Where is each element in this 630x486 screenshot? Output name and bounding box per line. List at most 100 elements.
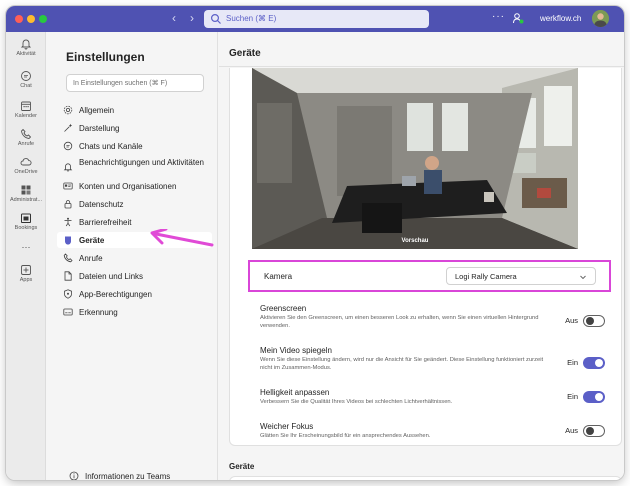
phone-icon [63,253,73,263]
brightness-toggle[interactable] [583,391,605,403]
annotation-arrow-icon [150,229,214,247]
settings-item-accessibility[interactable]: Barrierefreiheit [57,214,212,230]
mirror-video-toggle[interactable] [583,357,605,369]
about-teams-label: Informationen zu Teams [85,472,171,480]
settings-item-label: Allgemein [79,106,115,115]
sparkle-icon [64,123,73,132]
rail-item-activity[interactable]: Aktivität [6,38,46,70]
rail-label: Bookings [14,225,38,231]
accessibility-icon [64,217,72,227]
global-search-input[interactable]: Suchen (⌘ E) [204,10,429,28]
person-add-icon[interactable] [512,12,524,24]
camera-settings-card: Vorschau Kamera Logi Rally Camera Greens… [229,68,622,446]
lock-icon [64,200,72,209]
settings-item-appearance[interactable]: Darstellung [57,120,212,136]
title-bar: ‹ › Suchen (⌘ E) ··· werkflow.ch [6,6,624,32]
devices-icon [65,236,71,245]
soft-focus-toggle-wrap: Aus [545,425,605,437]
rail-label: Kalender [14,113,38,119]
camera-preview: Vorschau [252,68,578,249]
bookings-icon [21,213,31,223]
calendar-icon [21,101,31,111]
bell-icon [20,39,32,50]
header-divider [219,66,624,67]
info-icon [69,471,79,480]
option-brightness: Helligkeit anpassen Verbessern Sie die Q… [260,388,605,407]
option-description: Verbessern Sie die Qualität Ihres Videos… [260,399,453,405]
brightness-toggle-wrap: Ein [545,391,605,403]
camera-select[interactable]: Logi Rally Camera [446,267,596,285]
settings-item-privacy[interactable]: Datenschutz [57,196,212,212]
option-description: Glätten Sie Ihr Erscheinungsbild für ein… [260,433,431,439]
id-card-icon [63,182,73,190]
option-title: Mein Video spiegeln [260,346,332,355]
chevron-down-icon [580,275,586,280]
settings-item-chats[interactable]: Chats und Kanäle [57,138,212,154]
settings-item-label: Chats und Kanäle [79,142,143,151]
global-search-placeholder: Suchen (⌘ E) [226,14,277,23]
more-options-button[interactable]: ··· [492,11,505,22]
settings-item-files[interactable]: Dateien und Links [57,268,212,284]
more-icon: ··· [21,242,31,252]
devices-card [229,476,622,480]
rail-item-apps[interactable]: Apps [6,264,46,296]
forward-arrow-icon[interactable]: › [190,11,194,25]
admin-icon [21,185,31,195]
shield-icon [64,289,72,299]
rail-label: Anrufe [17,141,35,147]
settings-item-recognition[interactable]: Erkennung [57,304,212,320]
settings-item-label: App-Berechtigungen [79,290,152,299]
back-arrow-icon[interactable]: ‹ [172,11,176,25]
settings-item-accounts[interactable]: Konten und Organisationen [57,178,212,194]
greenscreen-toggle-wrap: Aus [545,315,605,327]
rail-label: Chat [20,83,32,89]
settings-item-notifications[interactable]: Benachrichtigungen und Aktivitäten [57,154,212,180]
soft-focus-toggle[interactable] [583,425,605,437]
close-window-button[interactable] [15,15,23,23]
minimize-window-button[interactable] [27,15,35,23]
settings-item-app-permissions[interactable]: App-Berechtigungen [57,286,212,302]
teams-window: ‹ › Suchen (⌘ E) ··· werkflow.ch Aktivit… [6,6,624,480]
about-teams-link[interactable]: Informationen zu Teams [63,468,218,480]
phone-icon [21,128,32,139]
toggle-state-label: Ein [567,392,578,401]
mirror-toggle-wrap: Ein [545,357,605,369]
settings-item-label: Anrufe [79,254,103,263]
rail-label: Apps [19,277,33,283]
option-soft-focus: Weicher Fokus Glätten Sie Ihr Erscheinun… [260,422,605,441]
option-mirror-video: Mein Video spiegeln Wenn Sie diese Einst… [260,346,605,372]
settings-pane: Einstellungen In Einstellungen suchen (⌘… [46,32,218,480]
rail-item-bookings[interactable]: Bookings [6,212,46,244]
option-title: Greenscreen [260,304,307,313]
settings-item-label: Dateien und Links [79,272,144,281]
settings-item-label: Konten und Organisationen [79,182,177,191]
settings-item-calls[interactable]: Anrufe [57,250,212,266]
rail-label: OneDrive [14,169,38,175]
camera-select-value: Logi Rally Camera [455,272,517,281]
settings-item-general[interactable]: Allgemein [57,102,212,118]
camera-label: Kamera [264,272,293,281]
bell-icon [63,163,73,172]
maximize-window-button[interactable] [39,15,47,23]
preview-label: Vorschau [401,238,429,244]
chat-icon [63,141,73,151]
option-greenscreen: Greenscreen Aktivieren Sie den Greenscre… [260,304,605,330]
rail-label: Aktivität [16,51,36,57]
settings-search-input[interactable]: In Einstellungen suchen (⌘ F) [66,74,204,92]
option-description: Wenn Sie diese Einstellung ändern, wird … [260,357,544,371]
chat-icon [21,71,31,81]
camera-preview-image [252,68,578,249]
greenscreen-toggle[interactable] [583,315,605,327]
gear-icon [63,105,73,115]
toggle-state-label: Aus [565,426,578,435]
cloud-icon [20,158,32,166]
avatar[interactable] [592,10,609,27]
search-icon [210,13,221,24]
settings-item-label: Barrierefreiheit [79,218,132,227]
option-description: Aktivieren Sie den Greenscreen, um einen… [260,315,539,329]
settings-item-label: Erkennung [79,308,118,317]
settings-item-label: Benachrichtigungen und Aktivitäten [79,158,204,167]
rail-item-chat[interactable]: Chat [6,70,46,102]
toggle-state-label: Aus [565,316,578,325]
devices-page: Geräte Vorschau Kamera Logi Rally Camera… [219,32,624,480]
